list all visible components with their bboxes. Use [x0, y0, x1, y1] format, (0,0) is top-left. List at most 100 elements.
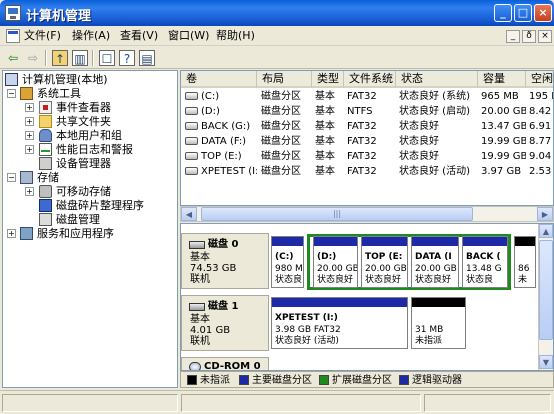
column-header-capacity[interactable]: 容量 — [478, 71, 526, 88]
drive-icon — [185, 167, 198, 175]
expand-icon[interactable]: + — [25, 103, 34, 112]
minimize-button[interactable]: _ — [494, 4, 512, 22]
disk0-label[interactable]: 磁盘 0 基本 74.53 GB 联机 — [181, 233, 269, 289]
show-tree-icon[interactable]: ▥ — [72, 50, 88, 66]
expand-icon[interactable]: + — [25, 117, 34, 126]
legend-swatch — [239, 375, 249, 385]
partition-e[interactable]: TOP (E: 20.00 GB 状态良好 — [361, 236, 408, 288]
disk-management-icon — [39, 213, 52, 226]
logical-drive-bar — [314, 237, 357, 246]
toolbar-separator — [92, 50, 94, 66]
volume-row[interactable]: BACK (G:) 磁盘分区 基本 FAT32 状态良好 13.47 GB 6.… — [181, 119, 553, 134]
removable-storage-icon — [39, 185, 52, 198]
volume-row[interactable]: XPETEST (I:) 磁盘分区 基本 FAT32 状态良好 (活动) 3.9… — [181, 164, 553, 179]
collapse-icon[interactable]: − — [7, 89, 16, 98]
scroll-thumb[interactable]: ||| — [201, 207, 473, 221]
menu-action[interactable]: 操作(A) — [72, 28, 118, 44]
drive-icon — [185, 137, 198, 145]
partition-unallocated[interactable]: 86 未 — [514, 236, 536, 288]
close-button[interactable]: × — [534, 4, 552, 22]
collapse-icon[interactable]: − — [7, 173, 16, 182]
scroll-right-icon[interactable]: ▶ — [537, 207, 553, 221]
performance-icon — [39, 143, 52, 156]
mmc-icon — [6, 29, 20, 43]
maximize-button[interactable]: □ — [514, 4, 532, 22]
properties-icon[interactable]: ☐ — [99, 50, 115, 66]
expand-icon[interactable]: + — [25, 131, 34, 140]
scroll-left-icon[interactable]: ◀ — [181, 207, 197, 221]
primary-partition-bar — [272, 237, 303, 246]
mdi-minimize-button[interactable]: _ — [506, 30, 520, 43]
disk1-label[interactable]: 磁盘 1 基本 4.01 GB 联机 — [181, 295, 269, 351]
mdi-close-button[interactable]: × — [538, 30, 552, 43]
volume-list[interactable]: 卷 布局 类型 文件系统 状态 容量 空闲 (C:) 磁盘分区 基本 FAT32… — [180, 70, 554, 206]
menu-view[interactable]: 查看(V) — [120, 28, 166, 44]
partition-xpetest[interactable]: XPETEST (I:) 3.98 GB FAT32 状态良好 (活动) — [271, 297, 408, 349]
title-bar[interactable]: 计算机管理 _ □ × — [0, 0, 554, 26]
volume-row[interactable]: TOP (E:) 磁盘分区 基本 FAT32 状态良好 19.99 GB 9.0… — [181, 149, 553, 164]
column-header-free[interactable]: 空闲 — [526, 71, 553, 88]
back-arrow-icon[interactable]: ⇦ — [5, 50, 21, 66]
column-header-layout[interactable]: 布局 — [257, 71, 312, 88]
drive-icon — [185, 92, 198, 100]
drive-icon — [185, 122, 198, 130]
help-icon[interactable]: ? — [119, 50, 135, 66]
computer-icon — [5, 73, 18, 86]
expand-icon[interactable]: + — [25, 187, 34, 196]
horizontal-scrollbar[interactable]: ◀ ||| ▶ — [180, 206, 554, 222]
up-folder-icon[interactable]: ↑ — [52, 50, 68, 66]
disk-icon — [189, 303, 205, 311]
column-header-filesystem[interactable]: 文件系统 — [344, 71, 396, 88]
logical-drive-bar — [412, 237, 458, 246]
partition-f[interactable]: DATA (I 20.00 GB 状态良好 — [411, 236, 459, 288]
status-pane — [424, 394, 551, 412]
partition-c[interactable]: (C:) 980 M 状态良 — [271, 236, 304, 288]
tools-icon — [20, 87, 33, 100]
column-header-status[interactable]: 状态 — [396, 71, 478, 88]
forward-arrow-icon[interactable]: ⇨ — [25, 50, 41, 66]
unallocated-bar — [412, 298, 465, 307]
vertical-scrollbar[interactable]: ▲ ▼ — [538, 224, 553, 370]
partition-unallocated-disk1[interactable]: 31 MB 未指派 — [411, 297, 466, 349]
refresh-list-icon[interactable]: ▤ — [139, 50, 155, 66]
menu-bar: 文件(F) 操作(A) 查看(V) 窗口(W) 帮助(H) _ ð × — [0, 26, 554, 46]
volume-row[interactable]: DATA (F:) 磁盘分区 基本 FAT32 状态良好 19.99 GB 8.… — [181, 134, 553, 149]
volume-row[interactable]: (D:) 磁盘分区 基本 NTFS 状态良好 (启动) 20.00 GB 8.4… — [181, 104, 553, 119]
scroll-thumb[interactable] — [539, 240, 553, 340]
legend-swatch — [187, 375, 197, 385]
disk-graphical-view[interactable]: 磁盘 0 基本 74.53 GB 联机 (C:) 980 M 状态良 (D:) … — [180, 223, 554, 371]
event-viewer-icon — [39, 101, 52, 114]
services-icon — [20, 227, 33, 240]
menu-file[interactable]: 文件(F) — [6, 28, 68, 44]
primary-partition-bar — [272, 298, 407, 307]
defrag-icon — [39, 199, 52, 212]
mdi-restore-button[interactable]: ð — [522, 30, 536, 43]
drive-icon — [185, 152, 198, 160]
column-header-volume[interactable]: 卷 — [181, 71, 257, 88]
status-pane — [181, 394, 421, 412]
partition-g[interactable]: BACK ( 13.48 G 状态良 — [462, 236, 508, 288]
column-header-type[interactable]: 类型 — [312, 71, 344, 88]
console-tree[interactable]: 计算机管理(本地) − 系统工具 + 事件查看器 + 共享文件夹 + 本地用户和… — [2, 70, 178, 388]
expand-icon[interactable]: + — [25, 145, 34, 154]
users-icon — [39, 129, 52, 142]
scroll-up-icon[interactable]: ▲ — [539, 224, 553, 238]
toolbar-separator — [45, 50, 47, 66]
volume-row[interactable]: (C:) 磁盘分区 基本 FAT32 状态良好 (系统) 965 MB 195 … — [181, 89, 553, 104]
window-title: 计算机管理 — [26, 9, 92, 24]
unallocated-bar — [515, 237, 535, 246]
logical-drive-bar — [463, 237, 507, 246]
partition-d[interactable]: (D:) 20.00 GB 状态良好 — [313, 236, 358, 288]
legend: 未指派 主要磁盘分区 扩展磁盘分区 逻辑驱动器 — [180, 371, 554, 388]
status-bar — [0, 390, 554, 414]
menu-help[interactable]: 帮助(H) — [216, 28, 262, 44]
status-pane — [2, 394, 178, 412]
device-manager-icon — [39, 157, 52, 170]
cdrom0-label[interactable]: CD-ROM 0 — [181, 357, 269, 370]
menu-window[interactable]: 窗口(W) — [168, 28, 214, 44]
computer-management-icon — [5, 5, 21, 21]
scroll-down-icon[interactable]: ▼ — [539, 355, 553, 369]
storage-icon — [20, 171, 33, 184]
legend-swatch — [399, 375, 409, 385]
expand-icon[interactable]: + — [7, 229, 16, 238]
